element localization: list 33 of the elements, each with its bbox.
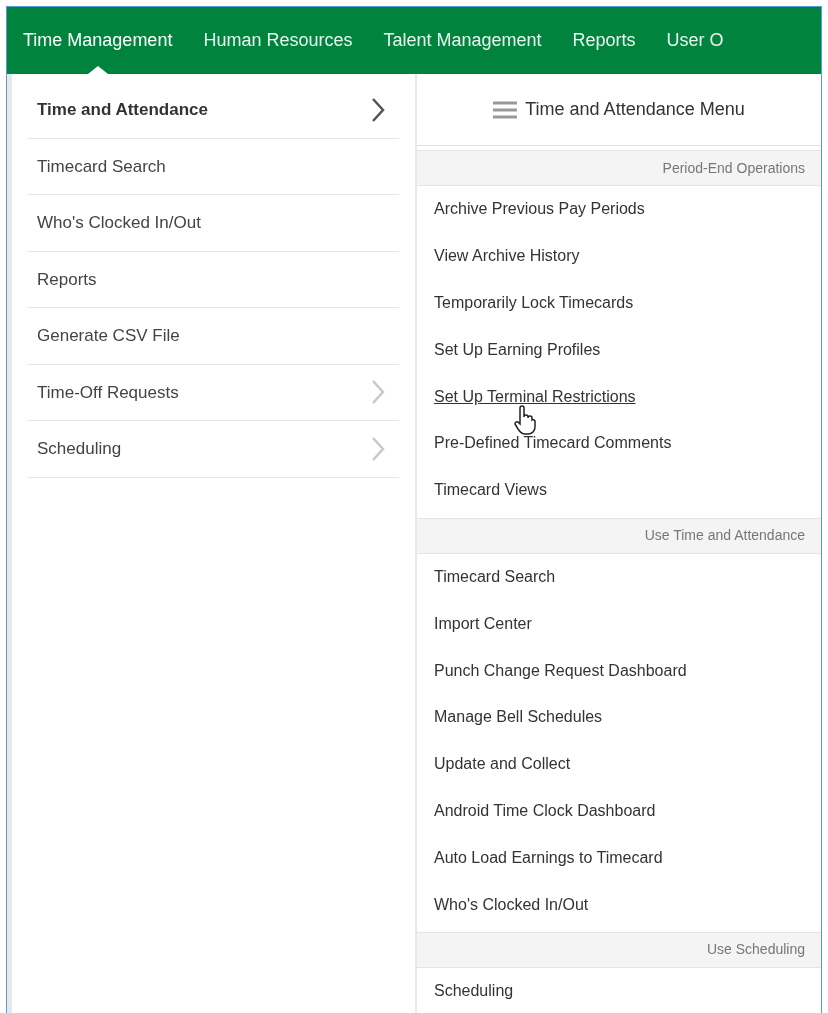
menu-link[interactable]: Update and Collect bbox=[434, 752, 571, 777]
menu-link[interactable]: Pre-Defined Timecard Comments bbox=[434, 431, 672, 456]
menu-link[interactable]: Auto Load Earnings to Timecard bbox=[434, 845, 663, 870]
menu-item[interactable]: Who's Clocked In/Out bbox=[28, 195, 399, 252]
menu-item[interactable]: Time and Attendance bbox=[28, 82, 399, 139]
menu-link[interactable]: Import Center bbox=[434, 611, 532, 636]
menu-link[interactable]: Set Up Terminal Restrictions bbox=[434, 384, 636, 409]
menu-link[interactable]: View Archive History bbox=[434, 244, 580, 269]
nav-tab[interactable]: User O bbox=[666, 7, 724, 74]
menu-link[interactable]: Timecard Views bbox=[434, 478, 547, 503]
menu-link[interactable]: Android Time Clock Dashboard bbox=[434, 798, 656, 823]
menu-link[interactable]: Who's Clocked In/Out bbox=[434, 892, 589, 917]
menu-link[interactable]: Archive Previous Pay Periods bbox=[434, 197, 645, 222]
menu-item[interactable]: Timecard Search bbox=[28, 138, 399, 195]
menu-item[interactable]: Time-Off Requests bbox=[28, 364, 399, 421]
menu-link[interactable]: Timecard Search bbox=[434, 564, 556, 589]
panel-title: Time and Attendance Menu bbox=[525, 98, 745, 121]
menu-item[interactable]: Scheduling bbox=[28, 421, 399, 478]
section-header: Use Scheduling bbox=[417, 931, 821, 968]
hand-cursor-icon bbox=[514, 404, 536, 435]
menu-item[interactable]: Reports bbox=[28, 251, 399, 308]
menu-link[interactable]: Set Up Earning Profiles bbox=[434, 337, 601, 362]
menu-icon[interactable] bbox=[493, 100, 518, 119]
menu-link[interactable]: Punch Change Request Dashboard bbox=[434, 658, 687, 683]
nav-tab[interactable]: Human Resources bbox=[203, 7, 353, 74]
nav-tab[interactable]: Talent Management bbox=[383, 7, 542, 74]
menu-link[interactable]: Temporarily Lock Timecards bbox=[434, 291, 634, 315]
section-header: Period-End Operations bbox=[417, 150, 821, 186]
menu-item[interactable]: Generate CSV File bbox=[28, 308, 399, 365]
menu-link[interactable]: Manage Bell Schedules bbox=[434, 705, 603, 730]
section-header: Use Time and Attendance bbox=[417, 517, 821, 554]
nav-tab[interactable]: Reports bbox=[572, 7, 636, 74]
menu-link[interactable]: Scheduling bbox=[434, 979, 514, 1004]
